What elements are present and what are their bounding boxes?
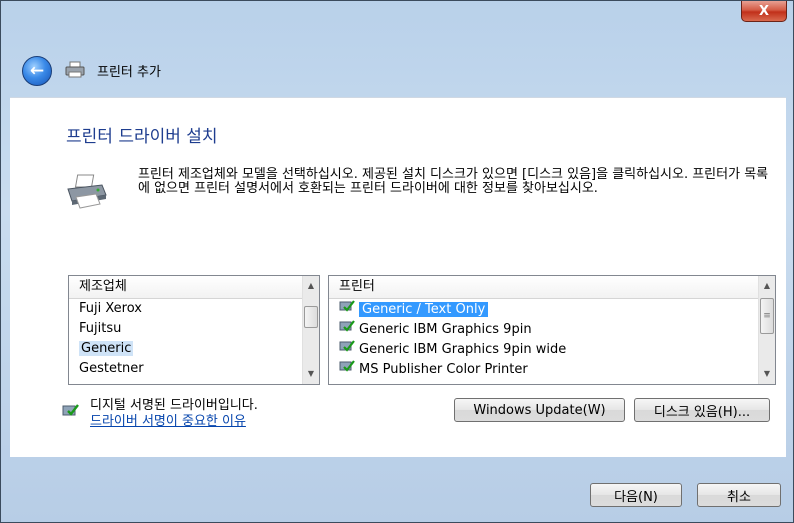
printer-list[interactable]: 프린터 Generic / Text Only Generic IBM Grap…	[328, 275, 776, 385]
printer-column-header[interactable]: 프린터	[329, 276, 775, 299]
signature-importance-link[interactable]: 드라이버 서명이 중요한 이유	[90, 414, 258, 430]
signed-driver-icon	[62, 402, 80, 422]
list-item[interactable]: Generic IBM Graphics 9pin	[329, 319, 775, 339]
scroll-thumb[interactable]: ≡	[760, 298, 774, 334]
signed-driver-icon	[339, 299, 355, 320]
nav-bar: ← 프린터 추가	[1, 51, 793, 91]
signed-driver-text: 디지털 서명된 드라이버입니다.	[90, 398, 258, 413]
signed-driver-icon	[339, 359, 355, 380]
list-item[interactable]: Fuji Xerox	[69, 299, 319, 319]
close-icon: X	[758, 3, 770, 19]
cancel-button[interactable]: 취소	[697, 483, 781, 507]
list-item[interactable]: Generic	[69, 339, 319, 359]
printer-icon	[65, 61, 85, 83]
manufacturer-list[interactable]: 제조업체 Fuji Xerox Fujitsu Generic Gestetne…	[68, 275, 320, 385]
next-button[interactable]: 다음(N)	[590, 483, 682, 507]
manufacturer-scrollbar[interactable]: ▲ ▼	[302, 276, 319, 384]
back-arrow-icon: ←	[29, 61, 45, 81]
manufacturer-column-header[interactable]: 제조업체	[69, 276, 319, 299]
add-printer-window: X ← 프린터 추가 프린터 드라이버 설치 프린터 제조업체와 모델을 선택하…	[0, 0, 794, 523]
have-disk-button[interactable]: 디스크 있음(H)...	[634, 398, 770, 422]
signature-info: 디지털 서명된 드라이버입니다. 드라이버 서명이 중요한 이유	[62, 398, 258, 430]
list-item[interactable]: Generic / Text Only	[329, 299, 775, 319]
windows-update-button[interactable]: Windows Update(W)	[454, 398, 625, 422]
window-title: 프린터 추가	[97, 65, 161, 80]
scroll-thumb[interactable]	[304, 306, 318, 328]
scroll-up-icon[interactable]: ▲	[759, 278, 775, 294]
back-button[interactable]: ←	[22, 56, 52, 86]
scroll-down-icon[interactable]: ▼	[303, 366, 319, 382]
instructions-text: 프린터 제조업체와 모델을 선택하십시오. 제공된 설치 디스크가 있으면 [디…	[138, 167, 769, 196]
list-item[interactable]: Generic IBM Graphics 9pin wide	[329, 339, 775, 359]
list-item[interactable]: Fujitsu	[69, 319, 319, 339]
content-panel: 프린터 드라이버 설치 프린터 제조업체와 모델을 선택하십시오. 제공된 설치…	[10, 97, 786, 457]
signed-driver-icon	[339, 339, 355, 360]
scroll-up-icon[interactable]: ▲	[303, 278, 319, 294]
list-item[interactable]: MS Publisher Color Printer	[329, 359, 775, 379]
printer-scrollbar[interactable]: ▲ ≡ ▼	[758, 276, 775, 384]
page-title: 프린터 드라이버 설치	[66, 127, 218, 147]
signed-driver-icon	[339, 319, 355, 340]
printer-icon	[64, 173, 108, 213]
close-button[interactable]: X	[741, 1, 787, 22]
list-item[interactable]: Gestetner	[69, 359, 319, 379]
scroll-down-icon[interactable]: ▼	[759, 366, 775, 382]
